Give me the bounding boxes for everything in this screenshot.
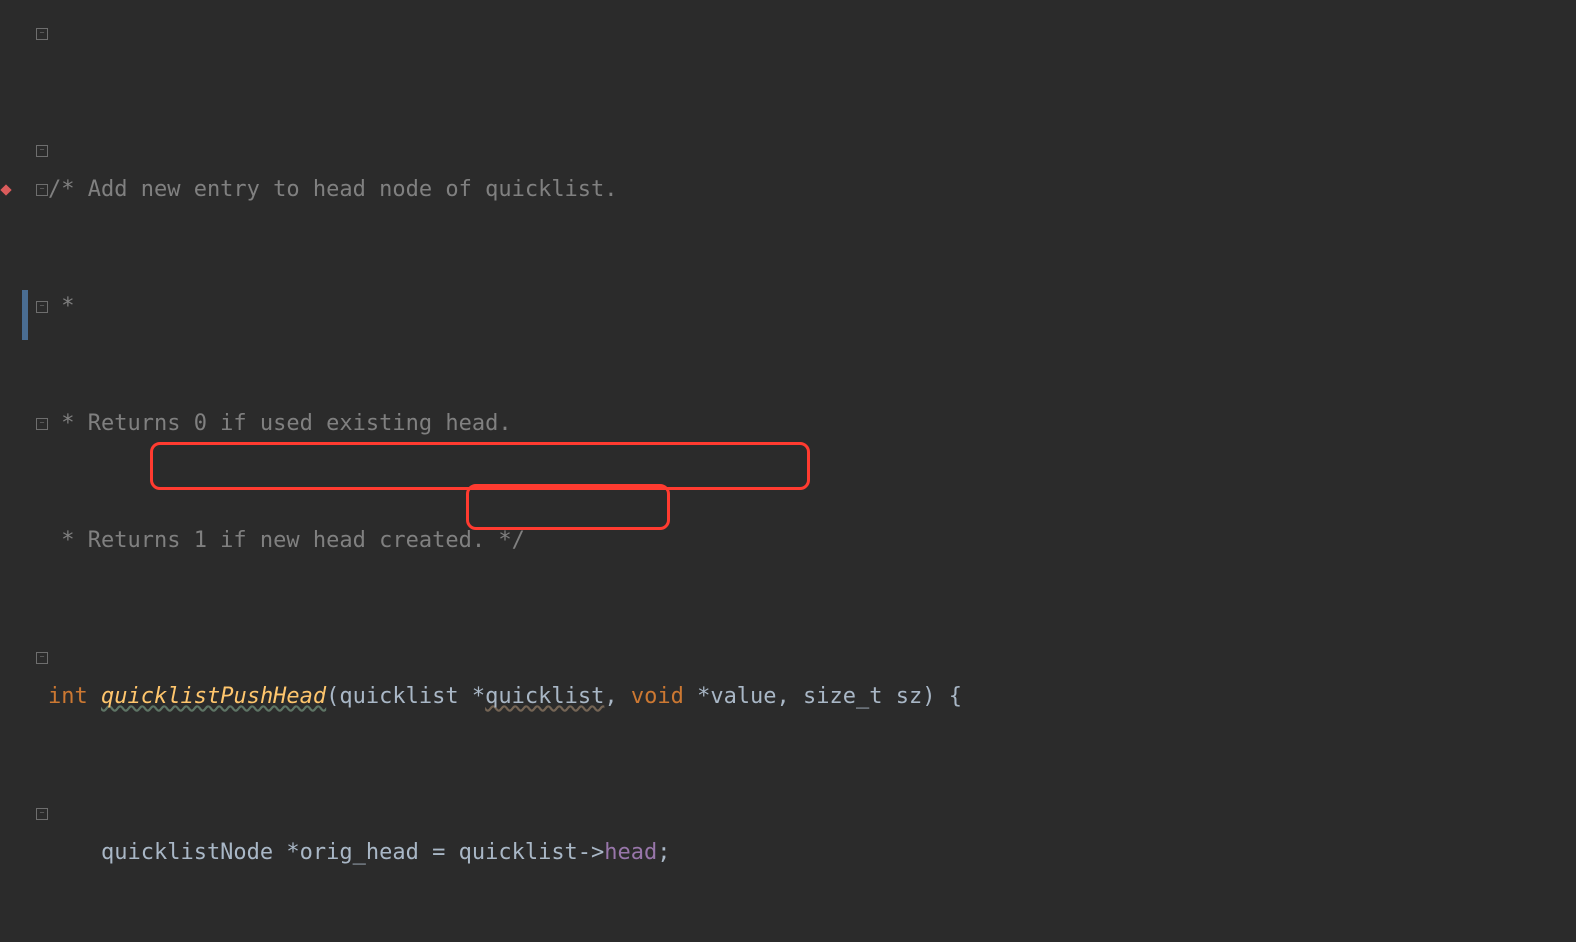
comment: * Returns 1 if new head created. */ [48, 528, 525, 553]
change-marker [22, 290, 28, 340]
breakpoint-icon[interactable] [0, 184, 11, 195]
code-line[interactable]: int quicklistPushHead(quicklist *quickli… [48, 677, 1576, 716]
fold-marker[interactable] [36, 652, 48, 664]
keyword-int: int [48, 684, 88, 709]
code-line[interactable]: * [48, 287, 1576, 326]
param: quicklist [485, 684, 604, 709]
field-head: head [604, 840, 657, 865]
text: ; [657, 840, 670, 865]
fold-marker[interactable] [36, 808, 48, 820]
text: , [604, 684, 631, 709]
fold-marker[interactable] [36, 184, 48, 196]
fold-marker[interactable] [36, 145, 48, 157]
comment: /* Add new entry to head node of quickli… [48, 177, 618, 202]
text: (quicklist * [326, 684, 485, 709]
text: *value, size_t sz) { [684, 684, 962, 709]
code-line[interactable]: quicklistNode *orig_head = quicklist->he… [48, 833, 1576, 872]
gutter [0, 0, 48, 942]
code-line[interactable]: * Returns 1 if new head created. */ [48, 521, 1576, 560]
code-line[interactable]: * Returns 0 if used existing head. [48, 404, 1576, 443]
code-line[interactable]: /* Add new entry to head node of quickli… [48, 170, 1576, 209]
highlight-box-create-node [150, 442, 810, 490]
code-editor[interactable]: /* Add new entry to head node of quickli… [0, 0, 1576, 942]
keyword-void: void [631, 684, 684, 709]
fold-marker[interactable] [36, 28, 48, 40]
text: quicklistNode *orig_head = quicklist-> [48, 840, 604, 865]
function-name: quicklistPushHead [101, 684, 326, 709]
comment: * Returns 0 if used existing head. [48, 411, 512, 436]
fold-marker[interactable] [36, 418, 48, 430]
fold-marker[interactable] [36, 301, 48, 313]
